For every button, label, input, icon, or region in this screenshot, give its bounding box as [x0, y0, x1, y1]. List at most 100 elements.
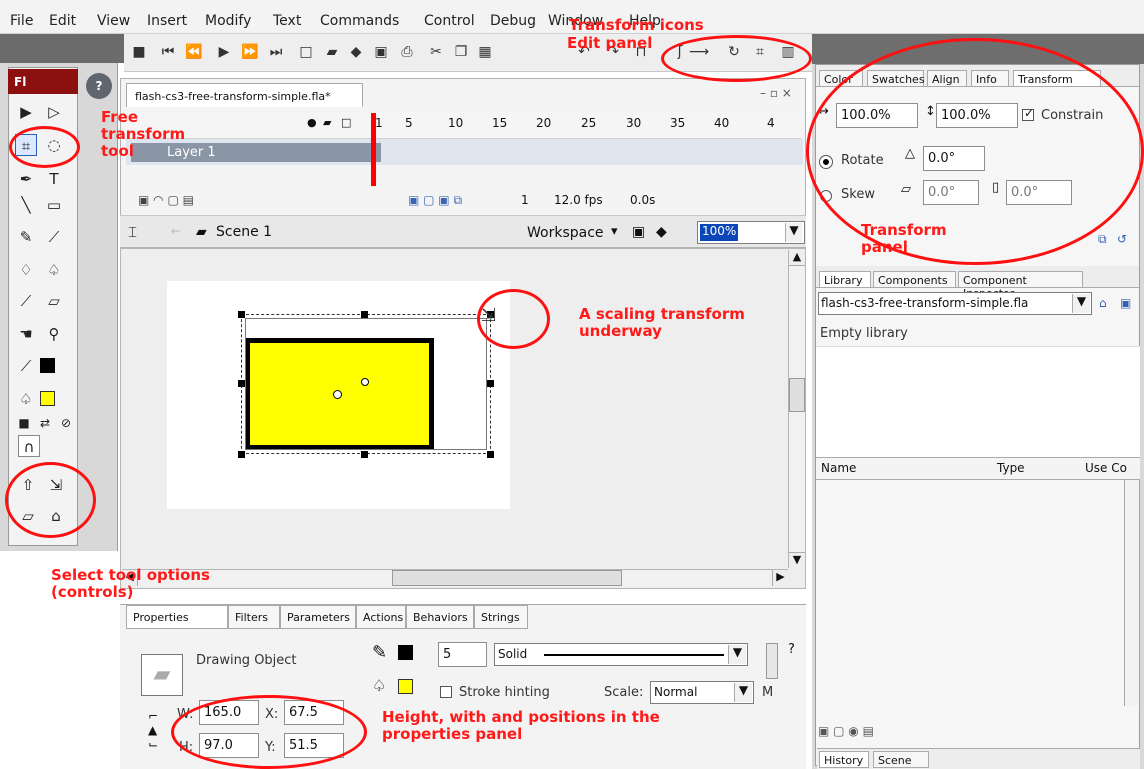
- selection-tool-icon[interactable]: ▶: [15, 101, 37, 123]
- workspace-arrow-icon[interactable]: ▾: [611, 224, 618, 239]
- stroke-hinting-checkbox[interactable]: [440, 686, 452, 698]
- property-help-icon[interactable]: ?: [788, 642, 795, 657]
- menu-edit[interactable]: Edit: [49, 13, 76, 29]
- tab-parameters[interactable]: Parameters: [280, 605, 356, 629]
- menu-debug[interactable]: Debug: [490, 13, 536, 29]
- scroll-right-icon[interactable]: ▶: [772, 570, 788, 586]
- transform-handle-bottom[interactable]: [361, 451, 368, 458]
- layer-controls[interactable]: ▣ ◠ ▢ ▤: [138, 193, 194, 207]
- first-frame-icon[interactable]: ⏮: [158, 43, 178, 61]
- line-tool-icon[interactable]: ╲: [15, 194, 37, 216]
- menu-modify[interactable]: Modify: [205, 13, 251, 29]
- menu-commands[interactable]: Commands: [320, 13, 399, 29]
- tab-components[interactable]: Components: [873, 271, 956, 288]
- scale-arrow-icon[interactable]: ▼: [734, 683, 752, 702]
- onion-skin-controls[interactable]: ▣ ▢ ▣ ⧉: [408, 193, 462, 208]
- eyedropper-icon[interactable]: ⟋: [15, 290, 37, 312]
- playhead[interactable]: [371, 113, 376, 186]
- rewind-icon[interactable]: ⏪: [184, 43, 204, 61]
- stroke-swatch[interactable]: [40, 358, 55, 373]
- library-footer-icons[interactable]: ▣ ▢ ◉ ▤: [818, 724, 874, 738]
- zoom-dropdown-icon[interactable]: ▼: [785, 223, 802, 242]
- new-library-icon[interactable]: ▣: [1120, 296, 1131, 310]
- document-window-controls[interactable]: – ▫ ×: [760, 86, 792, 100]
- reset-transform-icon[interactable]: ↺: [1117, 232, 1127, 246]
- menu-file[interactable]: File: [10, 13, 33, 29]
- transform-handle-bottom-left[interactable]: [238, 451, 245, 458]
- menu-control[interactable]: Control: [424, 13, 475, 29]
- pen-tool-icon[interactable]: ✒: [15, 168, 37, 190]
- stage-horizontal-scrollbar[interactable]: ◀ ▶: [122, 569, 788, 586]
- library-scrollbar[interactable]: [1124, 480, 1138, 706]
- copy-icon[interactable]: ❐: [452, 43, 470, 61]
- scale-select[interactable]: Normal ▼: [650, 681, 754, 704]
- menu-insert[interactable]: Insert: [147, 13, 187, 29]
- subselection-tool-icon[interactable]: ▷: [43, 101, 65, 123]
- zoom-tool-icon[interactable]: ⚲: [43, 323, 65, 345]
- outline-icon[interactable]: □: [341, 116, 351, 129]
- tab-scene[interactable]: Scene: [873, 751, 929, 768]
- play-icon[interactable]: ▶: [214, 43, 234, 61]
- snap-to-objects-icon[interactable]: ∩: [18, 435, 40, 457]
- transform-handle-left[interactable]: [238, 380, 245, 387]
- stroke-slider[interactable]: [766, 643, 778, 679]
- fill-color-swatch[interactable]: [398, 679, 413, 694]
- horizontal-scroll-thumb[interactable]: [392, 570, 622, 586]
- cut-icon[interactable]: ✂: [427, 43, 445, 61]
- fill-swatch[interactable]: [40, 391, 55, 406]
- center-point[interactable]: [333, 390, 342, 399]
- tab-component-inspector[interactable]: Component Inspector: [958, 271, 1083, 300]
- column-type[interactable]: Type: [997, 461, 1025, 475]
- lock-icon[interactable]: ▰: [323, 116, 331, 129]
- last-frame-icon[interactable]: ⏭: [266, 43, 286, 61]
- back-icon[interactable]: ←: [171, 224, 181, 238]
- text-tool-icon[interactable]: T: [43, 168, 65, 190]
- paste-icon[interactable]: ▦: [476, 43, 494, 61]
- copy-transform-icon[interactable]: ⧉: [1098, 232, 1107, 247]
- save-icon[interactable]: ▣: [372, 43, 390, 61]
- swap-colors-icon[interactable]: ⇄: [34, 412, 56, 434]
- transform-handle-top-left[interactable]: [238, 311, 245, 318]
- stroke-style-arrow-icon[interactable]: ▼: [728, 645, 746, 664]
- document-tab[interactable]: flash-cs3-free-transform-simple.fla*: [126, 83, 363, 107]
- pencil-tool-icon[interactable]: ✎: [15, 226, 37, 248]
- stroke-style-select[interactable]: Solid ▼: [494, 643, 748, 666]
- hand-tool-icon[interactable]: ☚: [15, 323, 37, 345]
- open-icon[interactable]: ▰: [323, 43, 341, 61]
- bridge-icon[interactable]: ◆: [347, 43, 365, 61]
- scroll-down-icon[interactable]: ▼: [789, 552, 805, 568]
- help-icon[interactable]: ?: [86, 73, 112, 99]
- no-color-icon[interactable]: ⊘: [55, 412, 77, 434]
- zoom-select[interactable]: 100% ▼: [697, 221, 805, 244]
- scale-value[interactable]: Normal: [654, 685, 697, 699]
- print-icon[interactable]: ⎙: [398, 43, 416, 61]
- library-file-arrow-icon[interactable]: ▼: [1072, 294, 1090, 313]
- tab-strings[interactable]: Strings: [474, 605, 528, 629]
- black-white-icon[interactable]: ■: [13, 412, 35, 434]
- stop-icon[interactable]: ■: [132, 43, 146, 61]
- brush-tool-icon[interactable]: ⟋: [43, 226, 65, 248]
- tab-filters[interactable]: Filters: [228, 605, 280, 629]
- stroke-color-icon[interactable]: ⟋: [15, 355, 37, 377]
- tab-library[interactable]: Library: [819, 271, 871, 288]
- stroke-size-field[interactable]: 5: [438, 642, 487, 667]
- scene-name[interactable]: Scene 1: [216, 224, 272, 240]
- tab-actions[interactable]: Actions: [356, 605, 406, 629]
- transform-handle-right[interactable]: [487, 380, 494, 387]
- transform-handle-bottom-right[interactable]: [487, 451, 494, 458]
- edit-scene-icon[interactable]: ▣: [632, 224, 645, 240]
- menu-text[interactable]: Text: [273, 13, 301, 29]
- menu-view[interactable]: View: [97, 13, 130, 29]
- column-use-count[interactable]: Use Co: [1085, 461, 1127, 475]
- library-pin-icon[interactable]: ⌂: [1099, 296, 1107, 310]
- tab-behaviors[interactable]: Behaviors: [406, 605, 474, 629]
- stroke-style-value[interactable]: Solid: [498, 647, 527, 661]
- scroll-up-icon[interactable]: ▲: [789, 250, 805, 266]
- stroke-color-swatch[interactable]: [398, 645, 413, 660]
- paint-bucket-icon[interactable]: ♤: [43, 259, 65, 281]
- column-name[interactable]: Name: [821, 461, 856, 475]
- timeline-toggle-icon[interactable]: ⌶: [128, 223, 137, 241]
- library-file-name[interactable]: flash-cs3-free-transform-simple.fla: [821, 296, 1028, 310]
- edit-symbol-icon[interactable]: ◆: [656, 224, 667, 240]
- tab-properties[interactable]: Properties: [126, 605, 228, 629]
